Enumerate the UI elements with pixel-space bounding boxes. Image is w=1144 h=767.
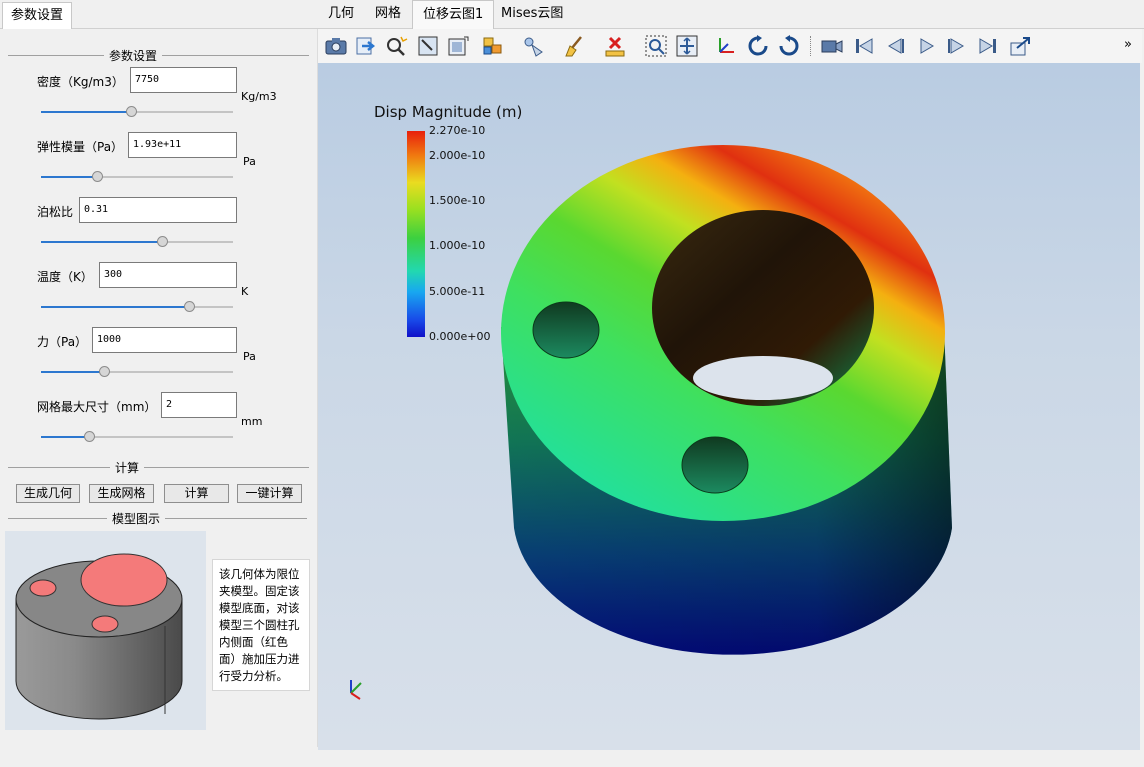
force-slider-fill — [41, 371, 104, 373]
model-description: 该几何体为限位 夹模型。固定该 模型底面，对该 模型三个圆柱孔 内侧面（红色 面… — [212, 559, 310, 691]
mesh-size-slider-handle[interactable] — [84, 431, 95, 442]
mesh-size-unit: mm — [241, 415, 263, 428]
status-bar — [0, 750, 1144, 767]
poisson-label: 泊松比 — [37, 205, 74, 219]
displacement-contour-model — [350, 145, 952, 700]
model-group-title: 模型图示 — [107, 510, 166, 527]
params-group-title: 参数设置 — [104, 47, 163, 64]
prev-frame-icon[interactable] — [883, 34, 907, 58]
modulus-slider[interactable] — [41, 171, 233, 182]
temperature-label: 温度（K） — [37, 270, 93, 284]
force-label: 力（Pa） — [37, 335, 88, 349]
force-slider[interactable] — [41, 366, 233, 377]
modulus-label: 弹性模量（Pa） — [37, 140, 124, 154]
next-frame-icon[interactable] — [945, 34, 969, 58]
temperature-slider[interactable] — [41, 301, 233, 312]
modulus-unit: Pa — [243, 155, 256, 168]
tab-mesh[interactable]: 网格 — [365, 0, 411, 28]
light-icon[interactable] — [522, 34, 546, 58]
poisson-input[interactable]: 0.31 — [79, 197, 237, 223]
fit-view-icon[interactable] — [675, 34, 699, 58]
reset-rotate-icon[interactable] — [777, 34, 801, 58]
color-select-icon[interactable] — [482, 34, 506, 58]
last-frame-icon[interactable] — [976, 34, 1000, 58]
calc-group-title: 计算 — [110, 459, 145, 476]
model-thumbnail — [5, 531, 206, 730]
calc-group-line — [8, 467, 309, 468]
force-input[interactable]: 1000 — [92, 327, 237, 353]
temperature-slider-handle[interactable] — [184, 301, 195, 312]
poisson-slider-fill — [41, 241, 162, 243]
poisson-slider[interactable] — [41, 236, 233, 247]
toolbar-separator — [810, 36, 813, 56]
density-unit: Kg/m3 — [241, 90, 277, 103]
delete-icon[interactable] — [604, 34, 628, 58]
play-icon[interactable] — [914, 34, 938, 58]
density-input[interactable]: 7750 — [130, 67, 237, 93]
density-label: 密度（Kg/m3） — [37, 75, 124, 89]
temperature-input[interactable]: 300 — [99, 262, 237, 288]
mesh-size-slider[interactable] — [41, 431, 233, 442]
tab-params[interactable]: 参数设置 — [2, 2, 73, 29]
modulus-input[interactable]: 1.93e+11 — [128, 132, 237, 158]
mesh-size-slider-fill — [41, 436, 89, 438]
frame-icon[interactable] — [446, 34, 470, 58]
generate-geometry-button[interactable]: 生成几何 — [16, 484, 80, 503]
tab-displacement[interactable]: 位移云图1 — [412, 0, 495, 29]
tab-mises[interactable]: Mises云图 — [491, 0, 573, 28]
temperature-slider-fill — [41, 306, 189, 308]
modulus-slider-handle[interactable] — [92, 171, 103, 182]
screenshot-icon[interactable] — [324, 34, 348, 58]
save-icon[interactable] — [1008, 34, 1032, 58]
select-icon[interactable] — [416, 34, 440, 58]
cylinder-model-image — [15, 553, 183, 720]
density-slider-handle[interactable] — [126, 106, 137, 117]
generate-mesh-button[interactable]: 生成网格 — [89, 484, 154, 503]
one-click-compute-button[interactable]: 一键计算 — [237, 484, 302, 503]
orientation-axes-icon — [350, 680, 362, 700]
modulus-slider-fill — [41, 176, 97, 178]
tab-geometry[interactable]: 几何 — [318, 0, 364, 28]
force-unit: Pa — [243, 350, 256, 363]
mesh-size-input[interactable]: 2 — [161, 392, 237, 418]
export-icon[interactable] — [354, 34, 378, 58]
density-slider-fill — [41, 111, 131, 113]
camera-icon[interactable] — [820, 34, 844, 58]
mesh-size-label: 网格最大尺寸（mm） — [37, 400, 157, 414]
axes-icon[interactable] — [714, 34, 738, 58]
zoom-box-icon[interactable] — [644, 34, 668, 58]
first-frame-icon[interactable] — [852, 34, 876, 58]
rotate-icon[interactable] — [746, 34, 770, 58]
left-tab-bar: 参数设置 — [0, 0, 317, 29]
compute-button[interactable]: 计算 — [164, 484, 229, 503]
clean-icon[interactable] — [562, 34, 586, 58]
force-slider-handle[interactable] — [99, 366, 110, 377]
toolbar-overflow-button[interactable]: » — [1124, 37, 1132, 52]
viewer-toolbar: » — [318, 29, 1142, 63]
density-slider[interactable] — [41, 106, 233, 117]
3d-viewport[interactable]: Disp Magnitude (m) 2.270e-10 2.000e-10 1… — [318, 63, 1140, 750]
poisson-slider-handle[interactable] — [157, 236, 168, 247]
temperature-unit: K — [241, 285, 249, 298]
zoom-interactive-icon[interactable] — [384, 34, 408, 58]
